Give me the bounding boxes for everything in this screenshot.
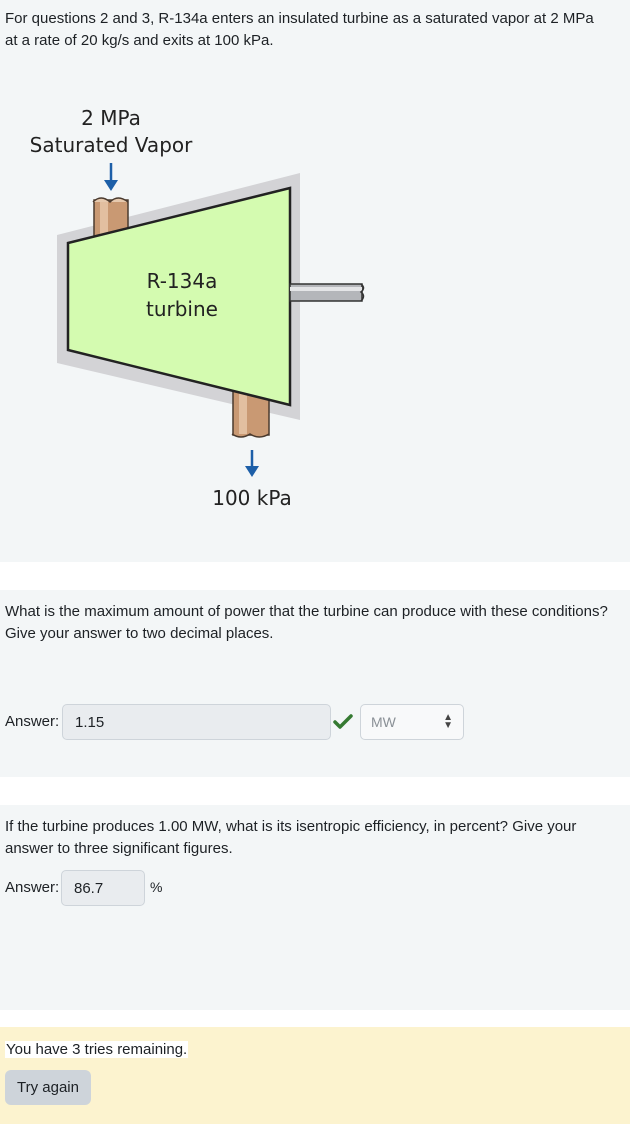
- tries-remaining-text: You have 3 tries remaining.: [5, 1041, 189, 1058]
- feedback-panel: You have 3 tries remaining. Try again: [0, 1027, 630, 1124]
- turbine-shaft: [289, 283, 365, 302]
- efficiency-answer-input[interactable]: 86.7: [61, 870, 145, 906]
- intro-text: For questions 2 and 3, R-134a enters an …: [5, 10, 594, 49]
- outlet-pressure-label: 100 kPa: [212, 486, 292, 510]
- inlet-pressure-label: 2 MPa: [81, 106, 141, 130]
- unit-select[interactable]: MW ▲ ▼: [360, 704, 464, 740]
- turbine-fluid-label: R-134a: [147, 269, 218, 293]
- power-answer-value: 1.15: [75, 713, 105, 731]
- inlet-arrow-icon: [104, 163, 118, 191]
- question-2-text: What is the maximum amount of power that…: [5, 603, 608, 642]
- question-2-panel: What is the maximum amount of power that…: [0, 590, 630, 777]
- problem-intro-panel: For questions 2 and 3, R-134a enters an …: [0, 0, 630, 562]
- efficiency-answer-value: 86.7: [74, 879, 104, 897]
- percent-unit-label: %: [150, 879, 163, 895]
- unit-select-value: MW: [371, 714, 396, 730]
- turbine-type-label: turbine: [146, 297, 218, 321]
- inlet-state-label: Saturated Vapor: [30, 133, 193, 157]
- select-arrows-icon: ▲ ▼: [443, 712, 453, 731]
- question-3-text: If the turbine produces 1.00 MW, what is…: [5, 818, 577, 857]
- answer-label: Answer:: [5, 713, 60, 730]
- check-icon: [333, 714, 353, 729]
- power-answer-input[interactable]: 1.15: [62, 704, 331, 740]
- outlet-arrow-icon: [245, 450, 259, 477]
- try-again-button[interactable]: Try again: [5, 1070, 91, 1105]
- question-3-panel: If the turbine produces 1.00 MW, what is…: [0, 805, 630, 1010]
- turbine-diagram: 2 MPa Saturated Vapor R-134a turbine 100…: [30, 106, 365, 510]
- answer-label: Answer:: [5, 879, 60, 896]
